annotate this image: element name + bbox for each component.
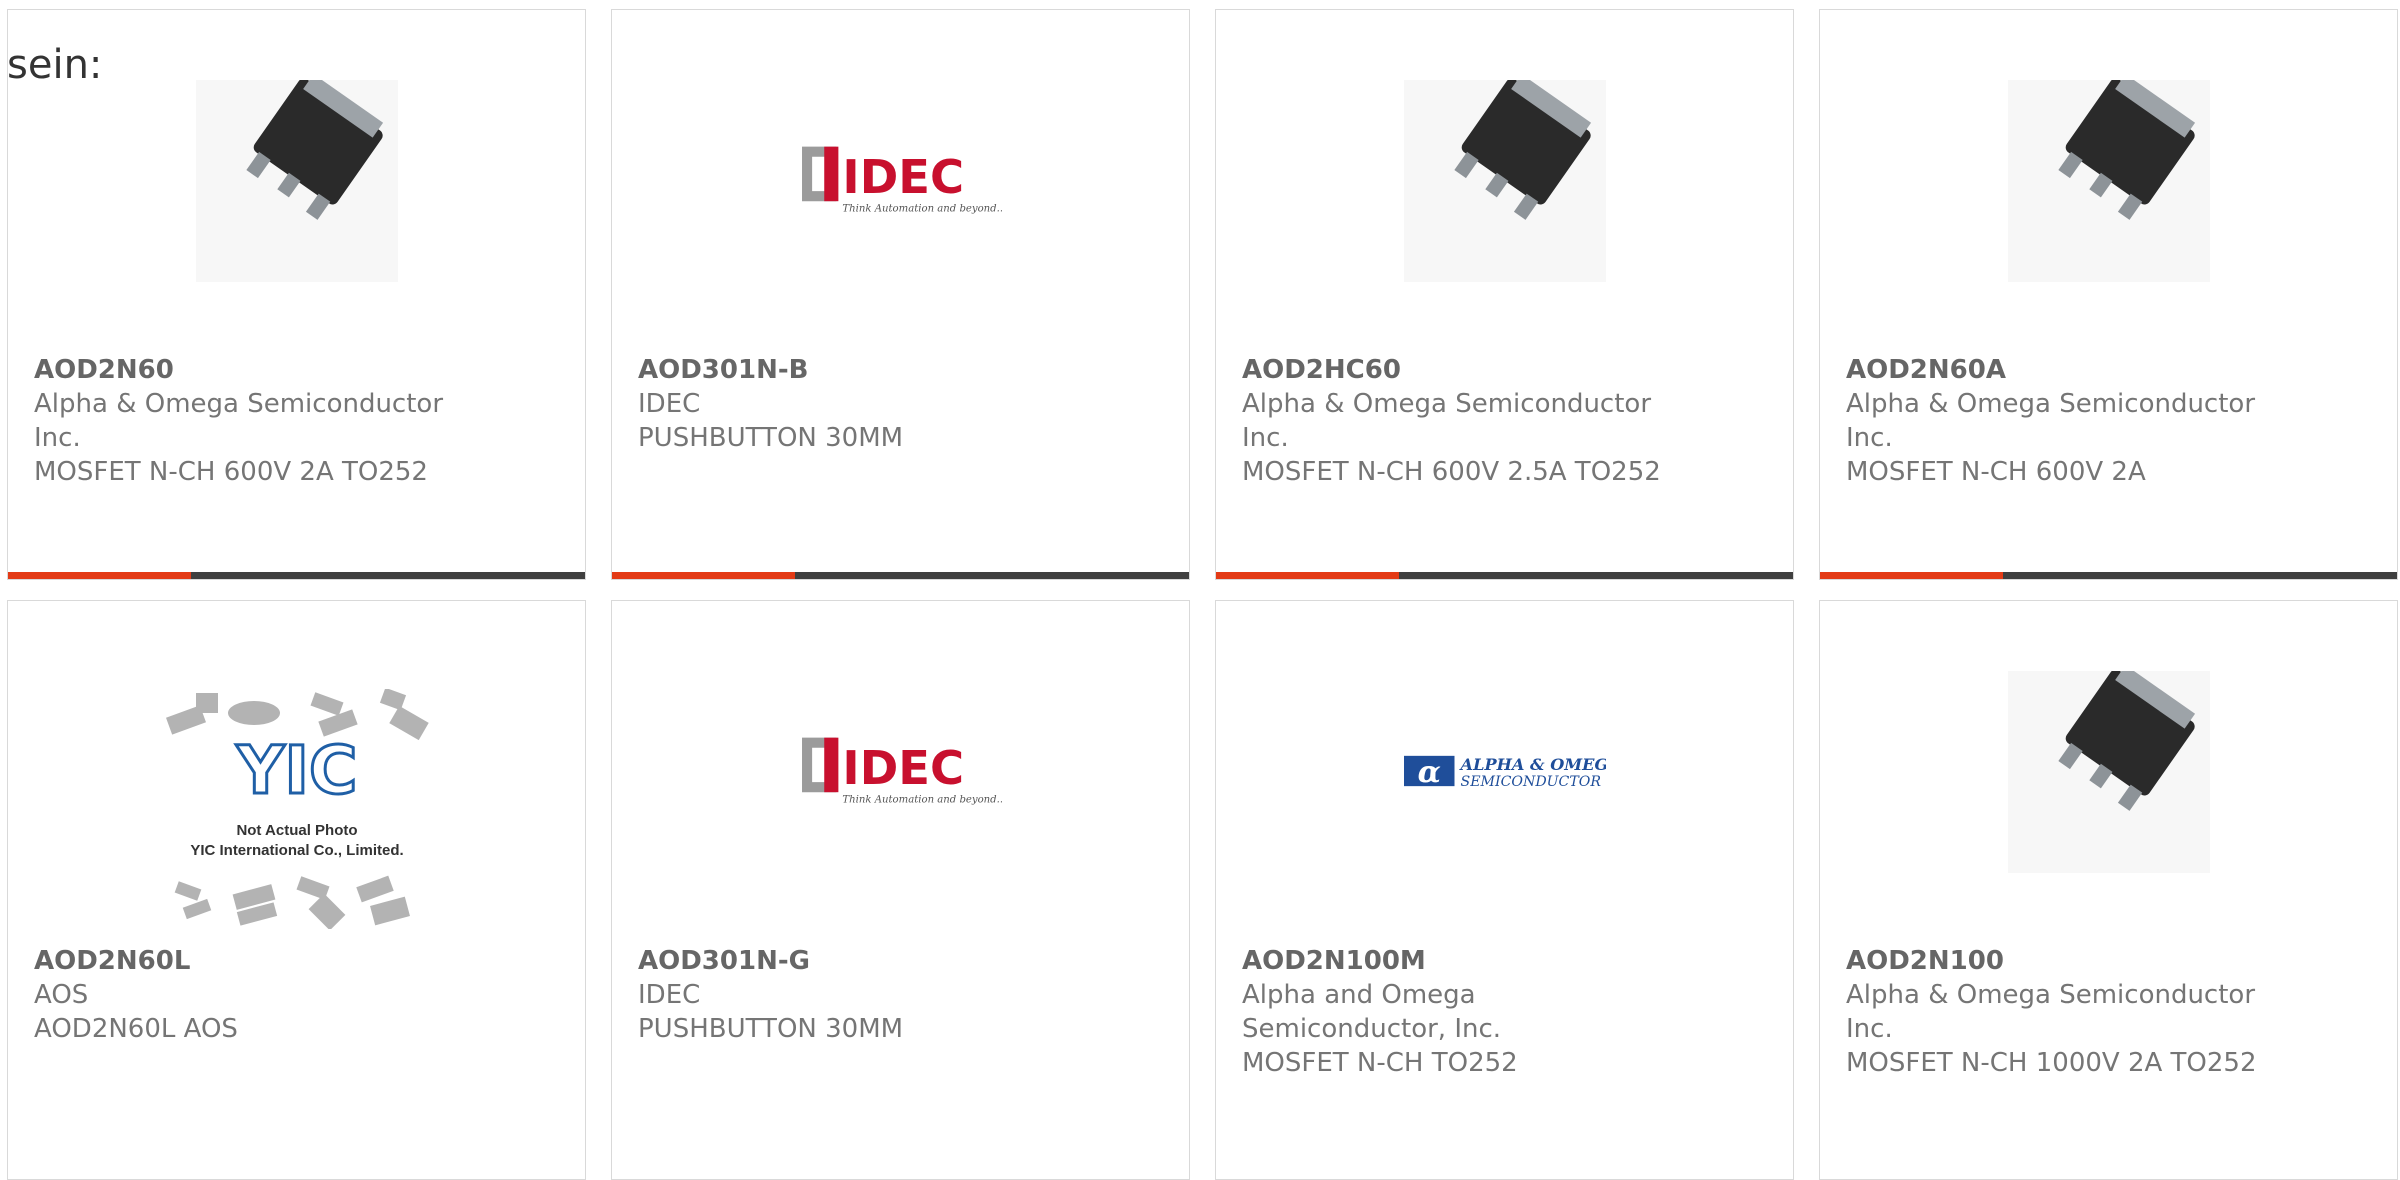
product-card[interactable]: α ALPHA & OMEGA SEMICONDUCTOR AOD2N100M …: [1215, 600, 1794, 1180]
intro-text: sein:: [7, 42, 103, 88]
manufacturer: Alpha & Omega Semiconductor Inc.: [34, 389, 444, 453]
idec-tagline: Think Automation and beyond...: [842, 794, 1002, 805]
to252-package-icon: [1403, 80, 1606, 282]
card-accent-bar: [612, 572, 795, 579]
card-footer-bar: [612, 572, 1189, 579]
manufacturer: Alpha & Omega Semiconductor Inc.: [1846, 389, 2256, 453]
to252-package-icon: [2007, 80, 2210, 282]
part-number[interactable]: AOD2N60L: [34, 944, 565, 978]
card-footer-bar: [1820, 572, 2397, 579]
description: MOSFET N-CH TO252: [1242, 1048, 1518, 1078]
part-number[interactable]: AOD301N-B: [638, 353, 1169, 387]
product-card[interactable]: YIC Not Actual Photo YIC International C…: [7, 600, 586, 1180]
part-number[interactable]: AOD2N60A: [1846, 353, 2377, 387]
description: MOSFET N-CH 600V 2.5A TO252: [1242, 457, 1661, 487]
part-number[interactable]: AOD2N60: [34, 353, 565, 387]
description: MOSFET N-CH 600V 2A: [1846, 457, 2146, 487]
yic-placeholder-line1: Not Actual Photo: [236, 822, 357, 839]
aos-logo: α ALPHA & OMEGA SEMICONDUCTOR: [1403, 671, 1606, 873]
card-accent-bar: [8, 572, 191, 579]
product-card[interactable]: IDEC Think Automation and beyond... AOD3…: [611, 9, 1190, 580]
idec-logo-text: IDEC: [842, 741, 964, 795]
to252-package-icon: [2007, 671, 2210, 873]
part-number[interactable]: AOD301N-G: [638, 944, 1169, 978]
description: PUSHBUTTON 30MM: [638, 423, 904, 453]
idec-logo-text: IDEC: [842, 150, 964, 204]
yic-placeholder-line2: YIC International Co., Limited.: [190, 842, 403, 859]
card-footer-bar: [8, 572, 585, 579]
product-card[interactable]: AOD2HC60 Alpha & Omega Semiconductor Inc…: [1215, 9, 1794, 580]
yic-placeholder-image: YIC Not Actual Photo YIC International C…: [162, 689, 432, 929]
product-card[interactable]: AOD2N60A Alpha & Omega Semiconductor Inc…: [1819, 9, 2398, 580]
part-number[interactable]: AOD2N100: [1846, 944, 2377, 978]
product-card[interactable]: AOD2N60 Alpha & Omega Semiconductor Inc.…: [7, 9, 586, 580]
manufacturer: IDEC: [638, 389, 701, 419]
product-card[interactable]: IDEC Think Automation and beyond... AOD3…: [611, 600, 1190, 1180]
aos-logo-line2: SEMICONDUCTOR: [1460, 774, 1601, 790]
card-footer-bar: [1216, 572, 1793, 579]
manufacturer: Alpha & Omega Semiconductor Inc.: [1242, 389, 1652, 453]
card-accent-bar: [1216, 572, 1399, 579]
yic-logo-text: YIC: [235, 732, 357, 809]
description: MOSFET N-CH 600V 2A TO252: [34, 457, 428, 487]
to252-package-icon: [195, 80, 398, 282]
manufacturer: IDEC: [638, 980, 701, 1010]
idec-tagline: Think Automation and beyond...: [842, 203, 1002, 214]
part-number[interactable]: AOD2HC60: [1242, 353, 1773, 387]
idec-logo: IDEC Think Automation and beyond...: [799, 80, 1002, 282]
manufacturer: Alpha and Omega Semiconductor, Inc.: [1242, 980, 1502, 1044]
description: PUSHBUTTON 30MM: [638, 1014, 904, 1044]
product-card[interactable]: AOD2N100 Alpha & Omega Semiconductor Inc…: [1819, 600, 2398, 1180]
idec-logo: IDEC Think Automation and beyond...: [799, 671, 1002, 873]
description: AOD2N60L AOS: [34, 1014, 238, 1044]
part-number[interactable]: AOD2N100M: [1242, 944, 1773, 978]
card-accent-bar: [1820, 572, 2003, 579]
manufacturer: Alpha & Omega Semiconductor Inc.: [1846, 980, 2256, 1044]
manufacturer: AOS: [34, 980, 89, 1010]
description: MOSFET N-CH 1000V 2A TO252: [1846, 1048, 2257, 1078]
svg-text:α: α: [1417, 755, 1440, 790]
aos-logo-line1: ALPHA & OMEGA: [1458, 755, 1605, 774]
